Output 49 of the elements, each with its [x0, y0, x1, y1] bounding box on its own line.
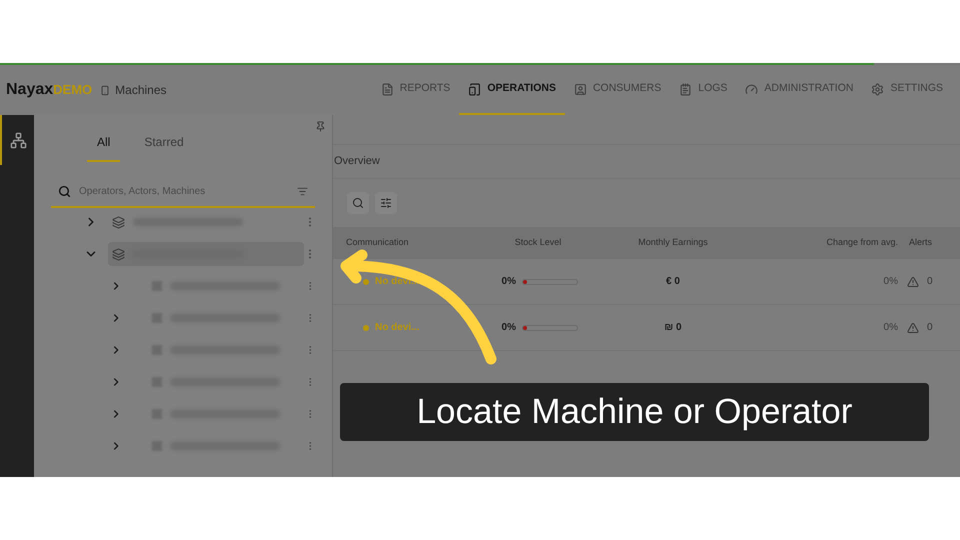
page-title: Overview	[334, 154, 380, 170]
warning-icon	[907, 276, 919, 288]
layers-icon	[112, 216, 125, 228]
earnings-cell-text: ₪ 0	[663, 321, 683, 335]
column-header: Change from avg.	[825, 236, 899, 250]
phone-icon	[100, 84, 110, 96]
search-button[interactable]	[347, 192, 369, 214]
column-header: Alerts	[908, 236, 934, 250]
nav-tab[interactable]: REPORTS	[372, 65, 460, 115]
nav-tab[interactable]: SETTINGS	[862, 65, 952, 115]
filter-tab[interactable]: Starred	[134, 133, 194, 162]
column-header: Communication	[345, 236, 410, 250]
column-header: Stock Level	[514, 236, 562, 250]
table-row[interactable]: No devi... 0% ₪ 0 0% 0	[333, 305, 960, 351]
filter-icon[interactable]	[297, 186, 308, 196]
tree-node[interactable]	[108, 242, 304, 266]
column-header: Monthly Earnings	[637, 236, 709, 250]
settings-icon	[871, 82, 884, 96]
layers-icon	[112, 248, 125, 260]
search-icon	[58, 184, 71, 198]
filter-tab[interactable]: All	[87, 133, 120, 162]
stock-percent: 0%	[500, 321, 516, 335]
table-row[interactable]: No devi... 0% € 0 0% 0	[333, 259, 960, 305]
breadcrumb: Machines	[115, 82, 167, 99]
hierarchy-icon[interactable]	[10, 132, 26, 149]
tablet-icon	[468, 82, 482, 96]
filter-settings-button[interactable]	[375, 192, 397, 214]
alerts-count: 0	[927, 275, 933, 289]
search-icon	[352, 197, 364, 209]
logo-suffix: DEMO	[53, 81, 92, 100]
change-cell-text: 0%	[882, 321, 899, 335]
logo: Nayax	[6, 80, 54, 100]
change-cell-text: 0%	[882, 275, 899, 289]
sliders-icon	[380, 197, 392, 209]
status-label: No devi...	[375, 321, 420, 335]
pin-icon[interactable]	[315, 121, 326, 132]
nav-tab[interactable]: CONSUMERS	[564, 65, 670, 115]
earnings-cell-text: € 0	[665, 275, 681, 289]
notepad-icon	[679, 82, 692, 96]
nav-tab[interactable]: LOGS	[670, 65, 736, 115]
person-card-icon	[574, 82, 587, 96]
warning-icon	[907, 322, 919, 334]
stock-percent: 0%	[500, 275, 516, 289]
nav-tab[interactable]: ADMINISTRATION	[736, 65, 862, 115]
caption-text: Locate Machine or Operator	[416, 390, 852, 433]
document-icon	[380, 82, 394, 96]
alerts-count: 0	[927, 321, 933, 335]
status-label: No devi...	[375, 275, 420, 289]
gauge-icon	[745, 82, 758, 96]
